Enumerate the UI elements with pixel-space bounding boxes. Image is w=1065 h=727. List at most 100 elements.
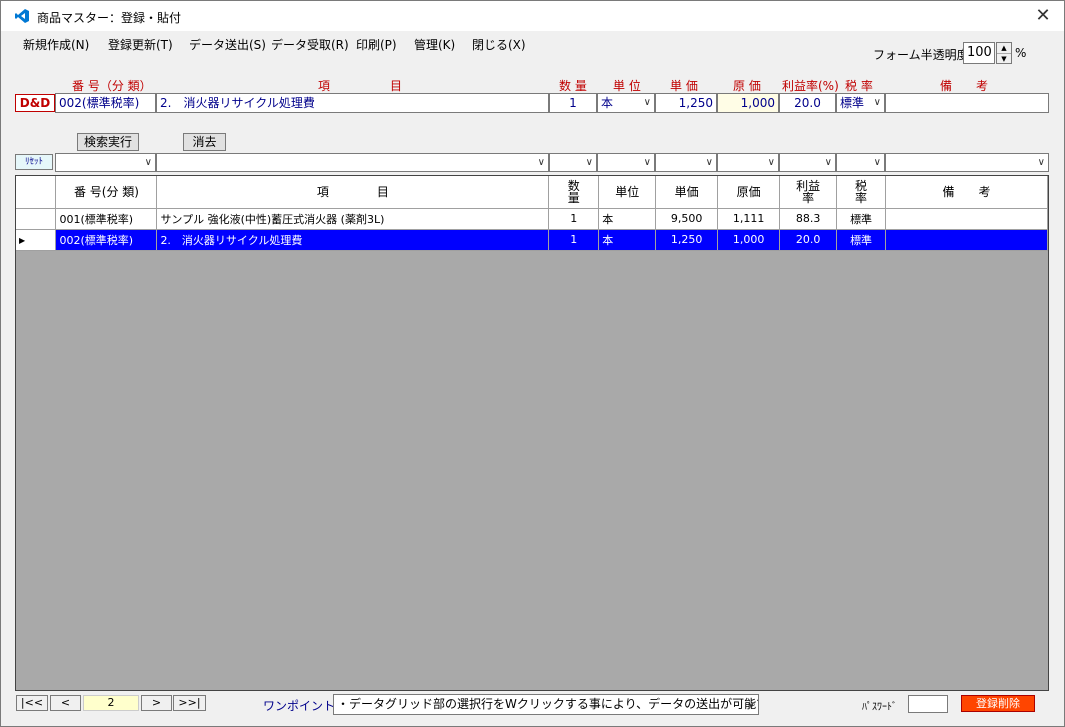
filter-qty[interactable]: ∨ bbox=[549, 153, 597, 172]
row-header[interactable] bbox=[16, 208, 57, 230]
password-label: ﾊﾟｽﾜｰﾄﾞ bbox=[862, 702, 897, 713]
tip-select[interactable]: ・データグリッド部の選択行をWクリックする事により、データの送出が可能です。 ∨ bbox=[333, 694, 759, 715]
last-page-button[interactable]: >>| bbox=[173, 695, 206, 711]
spinner-down-icon[interactable]: ▼ bbox=[997, 53, 1011, 63]
filter-cost[interactable]: ∨ bbox=[717, 153, 779, 172]
margin-field[interactable]: 20.0 bbox=[779, 93, 836, 113]
cell-margin[interactable]: 20.0 bbox=[779, 229, 838, 251]
filter-unit[interactable]: ∨ bbox=[597, 153, 655, 172]
menu-close[interactable]: 閉じる(X) bbox=[472, 36, 526, 53]
cell-cost[interactable]: 1,111 bbox=[717, 208, 781, 230]
spinner-up-icon[interactable]: ▲ bbox=[997, 43, 1011, 53]
clear-button[interactable]: 消去 bbox=[183, 133, 226, 151]
page-number: 2 bbox=[83, 695, 139, 711]
header-item: 項 目 bbox=[318, 79, 403, 93]
cell-unit[interactable]: 本 bbox=[598, 229, 657, 251]
menu-print[interactable]: 印刷(P) bbox=[356, 36, 397, 53]
cell-qty[interactable]: 1 bbox=[548, 229, 600, 251]
chevron-down-icon: ∨ bbox=[643, 97, 651, 108]
prev-page-button[interactable]: < bbox=[50, 695, 81, 711]
unit-select[interactable]: 本 ∨ bbox=[597, 93, 655, 113]
cell-item[interactable]: 2. 消火器リサイクル処理費 bbox=[156, 229, 550, 251]
cell-unit[interactable]: 本 bbox=[598, 208, 657, 230]
tax-value: 標準 bbox=[840, 96, 865, 110]
opacity-spinner[interactable]: ▲ ▼ bbox=[996, 42, 1012, 64]
col-tax[interactable]: 税 率 bbox=[836, 176, 887, 209]
chevron-down-icon: ∨ bbox=[585, 157, 593, 168]
grid-header-row: 番 号(分 類) 項 目 数 量 単位 単価 原価 利益 率 税 率 備 考 bbox=[16, 176, 1048, 209]
col-margin[interactable]: 利益 率 bbox=[779, 176, 838, 209]
cost-field[interactable]: 1,000 bbox=[717, 93, 779, 113]
delete-button[interactable]: 登録削除 bbox=[961, 695, 1035, 712]
cell-code[interactable]: 001(標準税率) bbox=[55, 208, 158, 230]
tip-label: ワンポイント: bbox=[263, 699, 340, 713]
header-unit: 単 位 bbox=[613, 79, 641, 93]
header-qty: 数 量 bbox=[559, 79, 587, 93]
col-price[interactable]: 単価 bbox=[655, 176, 719, 209]
cell-tax[interactable]: 標準 bbox=[836, 229, 887, 251]
header-margin: 利益率(%) bbox=[782, 79, 839, 93]
item-field[interactable]: 2. 消火器リサイクル処理費 bbox=[156, 93, 549, 113]
col-unit[interactable]: 単位 bbox=[598, 176, 657, 209]
chevron-down-icon: ∨ bbox=[1037, 157, 1045, 168]
reset-button[interactable]: ﾘｾｯﾄ bbox=[15, 154, 53, 170]
col-cost[interactable]: 原価 bbox=[717, 176, 781, 209]
col-code[interactable]: 番 号(分 類) bbox=[55, 176, 158, 209]
menu-new[interactable]: 新規作成(N) bbox=[23, 36, 89, 53]
chevron-down-icon: ∨ bbox=[537, 157, 545, 168]
header-cost: 原 価 bbox=[733, 79, 761, 93]
filter-item[interactable]: ∨ bbox=[156, 153, 549, 172]
cell-margin[interactable]: 88.3 bbox=[779, 208, 838, 230]
cell-price[interactable]: 1,250 bbox=[655, 229, 719, 251]
price-field[interactable]: 1,250 bbox=[655, 93, 717, 113]
opacity-label: フォーム半透明度 bbox=[873, 48, 969, 62]
chevron-down-icon: ∨ bbox=[767, 157, 775, 168]
qty-field[interactable]: 1 bbox=[549, 93, 597, 113]
cell-price[interactable]: 9,500 bbox=[655, 208, 719, 230]
menu-update[interactable]: 登録更新(T) bbox=[108, 36, 173, 53]
header-price: 単 価 bbox=[670, 79, 698, 93]
opacity-unit: % bbox=[1015, 46, 1027, 60]
password-input[interactable] bbox=[908, 695, 948, 713]
code-field[interactable]: 002(標準税率) bbox=[55, 93, 156, 113]
close-icon[interactable]: ✕ bbox=[1031, 4, 1055, 28]
col-item[interactable]: 項 目 bbox=[156, 176, 550, 209]
col-qty[interactable]: 数 量 bbox=[548, 176, 600, 209]
row-header[interactable]: ▶ bbox=[16, 229, 57, 251]
header-code: 番 号（分 類） bbox=[72, 79, 152, 93]
brand-label: D&D bbox=[15, 94, 55, 112]
cell-cost[interactable]: 1,000 bbox=[717, 229, 781, 251]
chevron-down-icon: ∨ bbox=[705, 157, 713, 168]
cell-item[interactable]: サンプル 強化液(中性)蓄圧式消火器 (薬剤3L) bbox=[156, 208, 550, 230]
chevron-down-icon: ∨ bbox=[873, 97, 881, 108]
filter-note[interactable]: ∨ bbox=[885, 153, 1049, 172]
data-grid[interactable]: 番 号(分 類) 項 目 数 量 単位 単価 原価 利益 率 税 率 備 考 0… bbox=[15, 175, 1049, 691]
window-title: 商品マスター：登録・貼付 bbox=[37, 11, 182, 25]
next-page-button[interactable]: > bbox=[141, 695, 172, 711]
cell-qty[interactable]: 1 bbox=[548, 208, 600, 230]
table-row[interactable]: 001(標準税率) サンプル 強化液(中性)蓄圧式消火器 (薬剤3L) 1 本 … bbox=[16, 208, 1048, 230]
grid-corner bbox=[16, 176, 57, 209]
header-note: 備 考 bbox=[940, 79, 989, 93]
first-page-button[interactable]: |<< bbox=[16, 695, 48, 711]
header-tax: 税 率 bbox=[845, 79, 873, 93]
table-row-selected[interactable]: ▶ 002(標準税率) 2. 消火器リサイクル処理費 1 本 1,250 1,0… bbox=[16, 229, 1048, 251]
menu-receive[interactable]: データ受取(R) bbox=[271, 36, 349, 53]
cell-note[interactable] bbox=[885, 229, 1048, 251]
filter-tax[interactable]: ∨ bbox=[836, 153, 885, 172]
note-field[interactable] bbox=[885, 93, 1049, 113]
opacity-input[interactable]: 100 bbox=[963, 42, 995, 64]
filter-price[interactable]: ∨ bbox=[655, 153, 717, 172]
cell-code[interactable]: 002(標準税率) bbox=[55, 229, 158, 251]
menu-send[interactable]: データ送出(S) bbox=[189, 36, 266, 53]
filter-code[interactable]: ∨ bbox=[55, 153, 156, 172]
col-note[interactable]: 備 考 bbox=[885, 176, 1048, 209]
menu-manage[interactable]: 管理(K) bbox=[414, 36, 455, 53]
cell-note[interactable] bbox=[885, 208, 1048, 230]
search-button[interactable]: 検索実行 bbox=[77, 133, 139, 151]
cell-tax[interactable]: 標準 bbox=[836, 208, 887, 230]
tax-select[interactable]: 標準 ∨ bbox=[836, 93, 885, 113]
title-bar: 商品マスター：登録・貼付 ✕ bbox=[1, 1, 1064, 31]
filter-margin[interactable]: ∨ bbox=[779, 153, 836, 172]
unit-value: 本 bbox=[601, 96, 614, 110]
